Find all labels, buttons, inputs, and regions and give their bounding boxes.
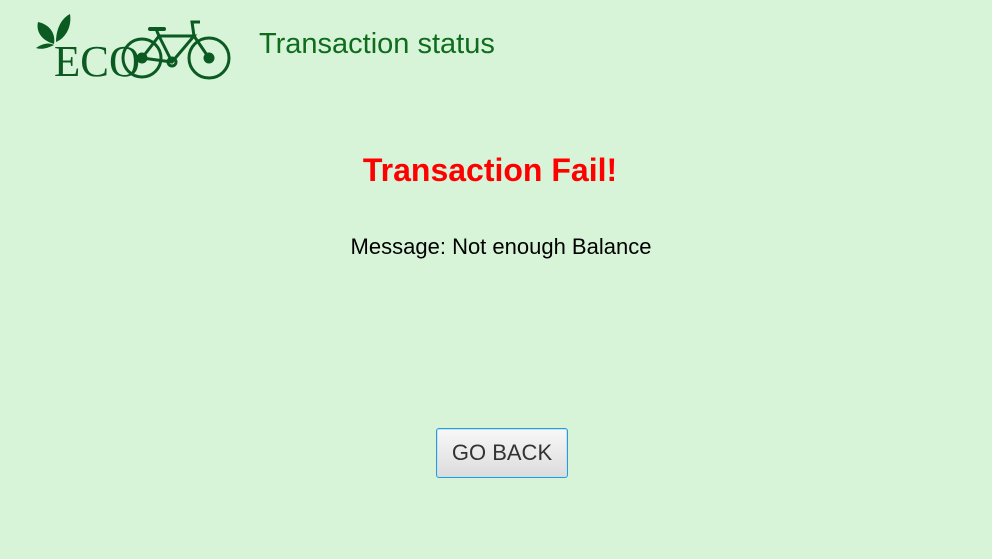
transaction-status-heading: Transaction Fail! <box>362 152 618 188</box>
page-title: Transaction status <box>259 28 495 60</box>
message-label: Message: <box>350 234 446 259</box>
logo-wordmark: ECO <box>54 37 140 80</box>
transaction-status-screen: ECO Transaction status Transaction Fail!… <box>0 0 992 559</box>
message-line: Message: Not enough Balance <box>0 234 992 260</box>
eco-logo: ECO <box>34 12 234 80</box>
go-back-button[interactable]: GO BACK <box>436 428 568 478</box>
message-text: Not enough Balance <box>452 234 652 259</box>
